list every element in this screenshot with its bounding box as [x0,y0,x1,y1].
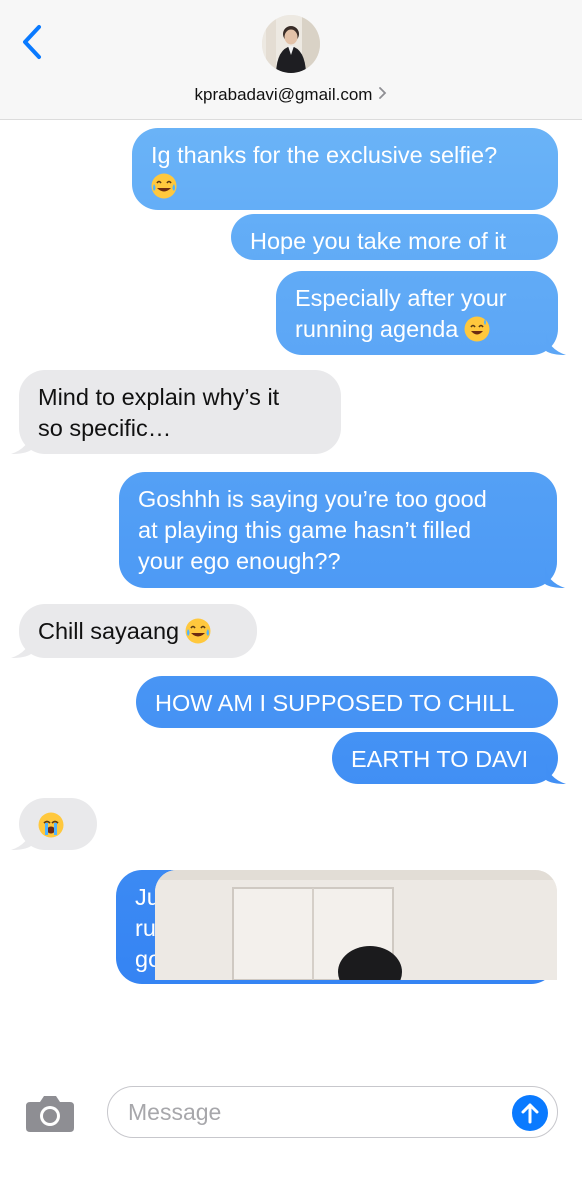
arrow-up-icon [521,1103,539,1124]
bubble-tail [11,432,31,454]
sent-message-bubble[interactable]: EARTH TO DAVI [332,732,558,784]
joy-emoji-icon [151,173,177,199]
bubble-tail [11,636,31,658]
send-button[interactable] [512,1095,548,1131]
message-text: Mind to explain why’s it so specific… [38,384,280,441]
message-text: EARTH TO DAVI [351,746,529,772]
photo-attachment[interactable] [155,870,557,980]
sent-message-bubble[interactable]: Hope you take more of it [231,214,558,260]
message-text: Ig thanks for the exclusive selfie? [151,142,498,168]
message-text: HOW AM I SUPPOSED TO CHILL [155,690,515,716]
message-text: Hope you take more of it [250,228,507,254]
bubble-tail [11,828,31,850]
conversation-header: kprabadavi@gmail.com [0,0,582,120]
sob-emoji-icon [38,812,64,838]
bubble-tail [545,566,565,588]
message-input[interactable] [107,1086,558,1138]
joy-emoji-icon [185,618,211,644]
sent-message-bubble[interactable]: Goshhh is saying you’re too good at play… [119,472,557,588]
camera-button[interactable] [24,1092,76,1134]
received-message-bubble[interactable]: Chill sayaang [19,604,257,658]
camera-icon [26,1096,74,1132]
contact-avatar[interactable] [262,15,320,73]
bubble-tail [546,762,566,784]
sweat-smile-emoji-icon [464,316,490,342]
back-button[interactable] [14,22,50,62]
sent-message-bubble[interactable]: Ig thanks for the exclusive selfie? [132,128,558,210]
message-text: Goshhh is saying you’re too good at play… [138,486,487,574]
sent-message-bubble[interactable]: Especially after your running agenda [276,271,558,355]
sent-message-bubble[interactable]: HOW AM I SUPPOSED TO CHILL [136,676,558,728]
contact-details-button[interactable]: kprabadavi@gmail.com [0,80,582,110]
chevron-right-icon [378,86,387,104]
bubble-tail [546,333,566,355]
received-message-bubble[interactable]: Mind to explain why’s it so specific… [19,370,341,454]
contact-name: kprabadavi@gmail.com [194,85,373,104]
message-text: Chill sayaang [38,618,180,644]
chevron-left-icon [23,25,41,59]
